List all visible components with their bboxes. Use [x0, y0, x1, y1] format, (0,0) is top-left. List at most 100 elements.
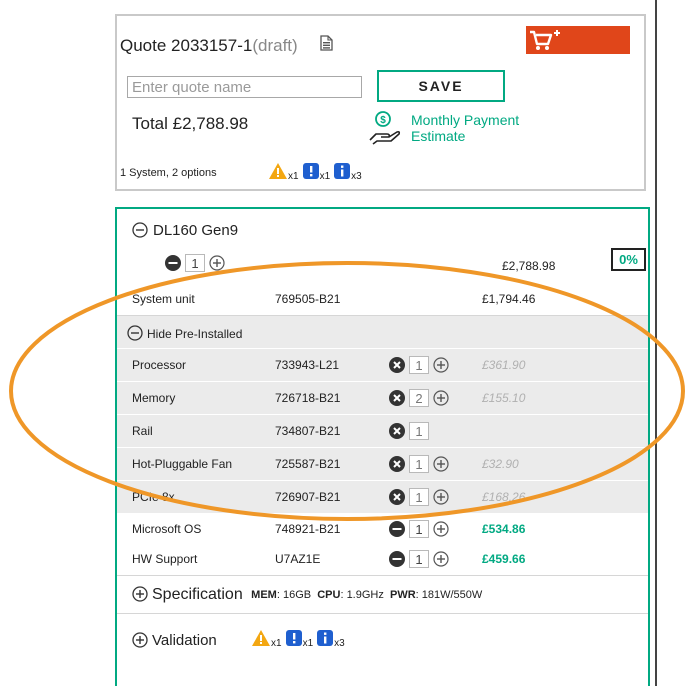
increment-icon[interactable] — [209, 255, 225, 271]
product-name: DL160 Gen9 — [153, 222, 239, 239]
monthly-payment-line2: Estimate — [411, 128, 466, 144]
product-price: £2,788.98 — [502, 259, 556, 273]
quote-summary: 1 System, 2 options — [120, 167, 217, 179]
preinstalled-row: Processor 733943-L21 1 £361.90 — [117, 349, 648, 381]
warning-icon — [269, 163, 287, 179]
remove-x-icon[interactable] — [389, 357, 405, 373]
row-quantity-stepper: 1 — [389, 520, 449, 538]
validation-label: Validation — [152, 632, 217, 649]
mem-key: MEM — [251, 589, 277, 601]
increment-icon[interactable] — [433, 551, 449, 567]
row-part-number: 748921-B21 — [275, 522, 341, 536]
product-quantity[interactable]: 1 — [185, 254, 205, 272]
expand-plus-icon — [132, 586, 148, 602]
remove-x-icon[interactable] — [389, 489, 405, 505]
increment-icon[interactable] — [433, 390, 449, 406]
hide-preinstalled-label: Hide Pre-Installed — [147, 327, 243, 341]
increment-icon[interactable] — [433, 521, 449, 537]
info-alert[interactable]: x3 — [334, 163, 362, 182]
quote-total: Total £2,788.98 — [132, 114, 249, 133]
quote-alerts: x1 x1 x3 — [269, 163, 366, 182]
option-row: Microsoft OS 748921-B21 1 £534.86 — [117, 513, 648, 545]
row-part-number: 734807-B21 — [275, 424, 341, 438]
svg-text:$: $ — [380, 115, 386, 126]
pwr-value: : 181W/550W — [415, 589, 483, 601]
row-part-number: 726718-B21 — [275, 391, 341, 405]
warning-alert[interactable]: x1 — [269, 163, 299, 182]
validation-alerts: x1 x1 x3 — [252, 630, 349, 649]
remove-x-icon[interactable] — [389, 390, 405, 406]
validation-section[interactable]: Validation — [132, 632, 217, 649]
document-icon[interactable] — [320, 35, 333, 51]
hide-preinstalled-toggle[interactable]: Hide Pre-Installed — [127, 325, 242, 341]
row-name: System unit — [132, 292, 195, 306]
quote-number: Quote 2033157-1 — [120, 36, 253, 55]
row-quantity[interactable]: 1 — [409, 550, 429, 568]
exclamation-icon — [285, 630, 302, 646]
row-price: £1,794.46 — [482, 292, 536, 306]
quote-title: Quote 2033157-1(draft) — [120, 36, 298, 56]
hand-money-icon: $ — [369, 111, 401, 145]
row-price: £168.26 — [482, 490, 526, 504]
info-icon — [317, 630, 334, 646]
info-alert[interactable]: x3 — [317, 630, 345, 649]
cpu-value: : 1.9GHz — [340, 589, 384, 601]
quote-status: (draft) — [252, 36, 298, 55]
row-quantity-stepper: 1 — [389, 356, 449, 374]
row-name: PCIe 8x — [132, 490, 175, 504]
row-name: Hot-Pluggable Fan — [132, 457, 233, 471]
row-price: £32.90 — [482, 457, 519, 471]
row-quantity: 1 — [409, 422, 429, 440]
increment-icon[interactable] — [433, 489, 449, 505]
exclamation-alert[interactable]: x1 — [285, 630, 313, 649]
spec-summary: MEM: 16GB CPU: 1.9GHz PWR: 181W/550W — [251, 589, 482, 601]
remove-x-icon[interactable] — [389, 456, 405, 472]
row-quantity[interactable]: 1 — [409, 520, 429, 538]
increment-icon[interactable] — [433, 456, 449, 472]
quote-name-input[interactable] — [127, 76, 362, 98]
monthly-payment-line1: Monthly Payment — [411, 112, 520, 128]
row-part-number: 769505-B21 — [275, 292, 341, 306]
row-price: £361.90 — [482, 358, 526, 372]
info-icon — [334, 163, 351, 179]
row-part-number: 725587-B21 — [275, 457, 341, 471]
row-part-number: 733943-L21 — [275, 358, 340, 372]
row-quantity: 2 — [409, 389, 429, 407]
collapse-minus-icon — [127, 325, 143, 341]
row-price: £459.66 — [482, 552, 526, 566]
remove-x-icon[interactable] — [389, 423, 405, 439]
product-header[interactable]: DL160 Gen9 — [132, 222, 238, 239]
discount-badge[interactable]: 0% — [611, 248, 646, 271]
save-button[interactable]: SAVE — [377, 70, 505, 102]
specification-section[interactable]: Specification MEM: 16GB CPU: 1.9GHz PWR:… — [132, 586, 482, 604]
row-quantity-stepper: 2 — [389, 389, 449, 407]
exclamation-alert[interactable]: x1 — [302, 163, 331, 182]
warning-count: x1 — [271, 638, 282, 649]
expand-plus-icon — [132, 632, 148, 648]
decrement-icon[interactable] — [389, 551, 405, 567]
preinstalled-row: PCIe 8x 726907-B21 1 £168.26 — [117, 481, 648, 513]
decrement-icon[interactable] — [165, 255, 181, 271]
row-name: Memory — [132, 391, 176, 405]
preinstalled-row: Hot-Pluggable Fan 725587-B21 1 £32.90 — [117, 448, 648, 480]
preinstalled-row: Rail 734807-B21 1 — [117, 415, 648, 447]
cart-plus-icon — [530, 30, 560, 50]
warning-alert[interactable]: x1 — [252, 630, 282, 649]
add-to-cart-button[interactable] — [526, 26, 630, 54]
row-quantity-stepper: 1 — [389, 422, 433, 440]
divider — [117, 575, 648, 576]
monthly-payment-estimate-link[interactable]: $ Monthly Payment Estimate — [367, 110, 557, 150]
exclamation-count: x1 — [319, 171, 331, 182]
divider — [117, 613, 648, 614]
increment-icon[interactable] — [433, 357, 449, 373]
cpu-key: CPU — [317, 589, 341, 601]
row-quantity-stepper: 1 — [389, 455, 449, 473]
warning-icon — [252, 630, 270, 646]
row-price: £155.10 — [482, 391, 526, 405]
row-quantity: 1 — [409, 356, 429, 374]
quote-panel: Quote 2033157-1(draft) SAVE Total £2,788… — [115, 14, 646, 191]
row-part-number: U7AZ1E — [275, 552, 321, 566]
row-part-number: 726907-B21 — [275, 490, 341, 504]
decrement-icon[interactable] — [389, 521, 405, 537]
system-unit-row: System unit 769505-B21 £1,794.46 — [117, 283, 648, 315]
